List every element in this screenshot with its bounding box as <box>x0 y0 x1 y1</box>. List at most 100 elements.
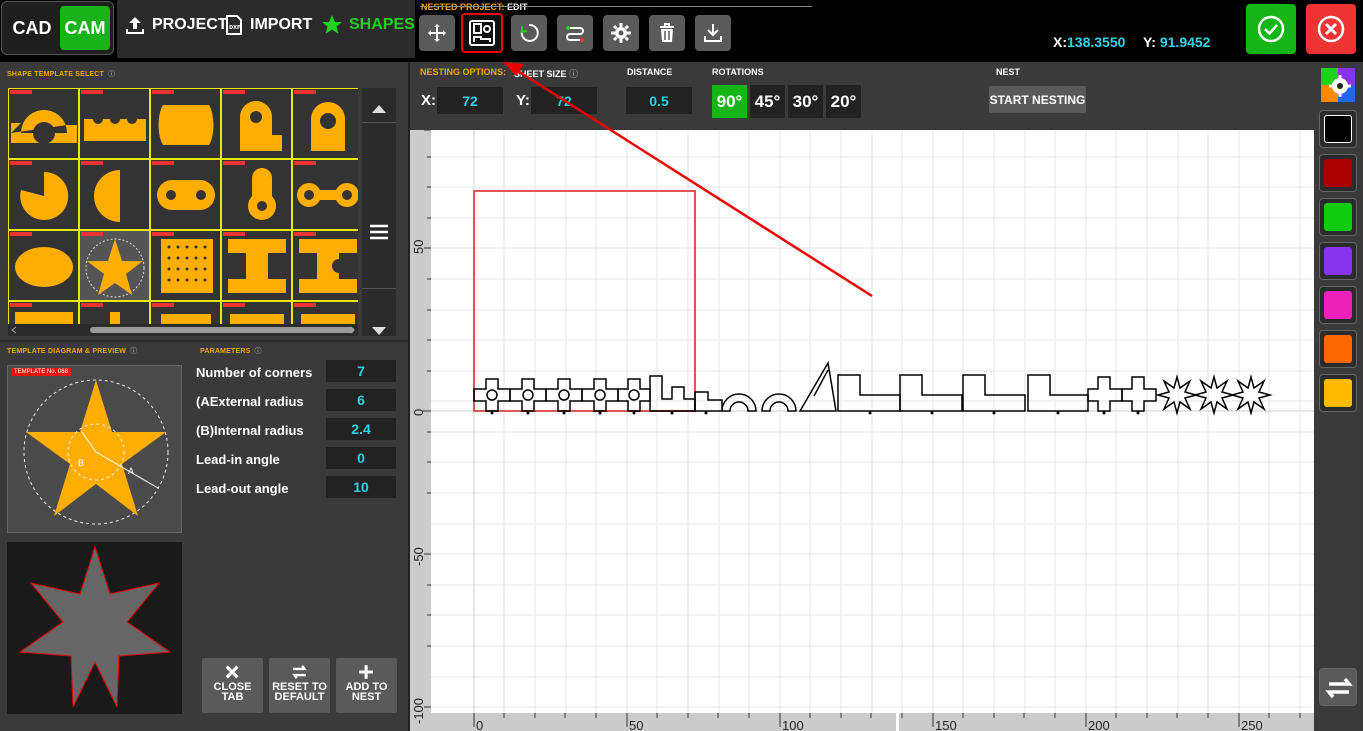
template-thumb[interactable] <box>8 301 79 324</box>
sheet-size-text: SHEET SIZE <box>514 69 567 79</box>
tab-import[interactable]: DXF IMPORT <box>218 0 318 50</box>
confirm-button[interactable] <box>1246 4 1296 54</box>
template-thumb[interactable] <box>150 301 221 324</box>
template-thumb[interactable] <box>79 159 150 230</box>
star-diagram: A B <box>23 379 169 525</box>
move-button[interactable] <box>419 15 455 51</box>
parameter-label: Lead-in angle <box>196 452 280 467</box>
palette-settings-button[interactable] <box>1319 66 1357 104</box>
template-thumb[interactable] <box>221 159 292 230</box>
rotation-option[interactable]: 20° <box>826 85 861 118</box>
parameter-value-input[interactable]: 0 <box>326 447 396 469</box>
tab-project[interactable]: PROJECT <box>118 0 234 50</box>
color-swatch[interactable] <box>1319 242 1357 280</box>
color-gear-icon <box>1321 68 1355 102</box>
nested-project-mode: EDIT <box>507 2 528 12</box>
start-nesting-button[interactable]: START NESTING <box>989 86 1086 113</box>
nested-project-label: NESTED PROJECT: <box>421 2 505 12</box>
tab-shapes[interactable]: SHAPES <box>315 0 421 50</box>
parameter-label: Lead-out angle <box>196 481 289 496</box>
rotation-option[interactable]: 45° <box>750 85 785 118</box>
shape-preview <box>7 542 182 714</box>
ruler-left-label: -100 <box>411 698 426 724</box>
info-icon: ⓘ <box>108 71 116 78</box>
template-thumb-selected[interactable] <box>79 230 150 301</box>
nest-title: NEST <box>996 67 1021 77</box>
template-thumb[interactable] <box>8 88 79 159</box>
scroll-down-icon[interactable] <box>371 326 387 336</box>
parameter-value-input[interactable]: 6 <box>326 389 396 411</box>
color-swatch[interactable] <box>1319 286 1357 324</box>
template-thumb[interactable] <box>150 88 221 159</box>
download-button[interactable] <box>695 15 731 51</box>
top-bar: CAD CAM PROJECT DXF IMPORT SHAPES NESTED… <box>0 0 1363 62</box>
add-to-nest-button[interactable]: ADD TO NEST <box>336 658 397 713</box>
cam-mode-button[interactable]: CAM <box>60 6 110 50</box>
template-thumb[interactable] <box>150 230 221 301</box>
color-swatch[interactable] <box>1319 198 1357 236</box>
close-icon <box>225 665 239 679</box>
move-icon <box>428 24 446 42</box>
reset-default-button[interactable]: RESET TO DEFAULT <box>269 658 330 713</box>
template-thumb[interactable] <box>8 159 79 230</box>
rotate-button[interactable] <box>511 15 547 51</box>
template-thumb[interactable] <box>79 301 150 324</box>
scroll-up-icon[interactable] <box>371 104 387 114</box>
color-swatch[interactable] <box>1319 330 1357 368</box>
template-thumb[interactable] <box>292 230 358 301</box>
scroll-left-icon[interactable] <box>10 326 18 334</box>
reorder-button[interactable] <box>557 15 593 51</box>
delete-button[interactable] <box>649 15 685 51</box>
rotation-option[interactable]: 30° <box>788 85 823 118</box>
parameter-value-input[interactable]: 10 <box>326 476 396 498</box>
coordinate-x-value: 138.3550 <box>1067 34 1126 50</box>
color-swatch-fill <box>1324 247 1352 275</box>
template-thumb[interactable] <box>292 159 358 230</box>
template-thumb[interactable] <box>292 301 358 324</box>
template-thumb[interactable] <box>150 159 221 230</box>
nesting-canvas[interactable] <box>410 130 1314 731</box>
parameter-value-input[interactable]: 2.4 <box>326 418 396 440</box>
ruler-bottom-label: 100 <box>782 718 804 731</box>
close-tab-button[interactable]: CLOSE TAB <box>202 658 263 713</box>
template-thumb[interactable] <box>221 301 292 324</box>
color-swatch[interactable] <box>1319 154 1357 192</box>
cad-mode-button[interactable]: CAD <box>6 6 58 50</box>
diagram-title: TEMPLATE DIAGRAM & PREVIEW ⓘ <box>7 346 137 356</box>
template-thumb[interactable] <box>221 230 292 301</box>
swap-button[interactable] <box>1319 668 1357 706</box>
ruler-bottom-label: 0 <box>476 718 483 731</box>
diagram-title-text: TEMPLATE DIAGRAM & PREVIEW <box>7 348 127 355</box>
coordinate-y: Y: 91.9452 <box>1143 34 1210 50</box>
template-thumb[interactable] <box>8 230 79 301</box>
template-thumb[interactable] <box>79 88 150 159</box>
nest-layout-button[interactable] <box>461 13 503 53</box>
sheet-y-input[interactable]: 72 <box>531 87 597 114</box>
upload-icon <box>126 17 144 34</box>
color-swatch[interactable] <box>1319 374 1357 412</box>
parameter-value-input[interactable]: 7 <box>326 360 396 382</box>
nest-layout-icon <box>469 20 495 46</box>
color-swatch-fill <box>1324 115 1352 143</box>
swap-icon <box>1325 677 1353 699</box>
parameter-row: (AExternal radius 6 <box>196 389 396 413</box>
distance-input[interactable]: 0.5 <box>626 87 692 114</box>
rotations-title: ROTATIONS <box>712 67 764 77</box>
rotation-option[interactable]: 90° <box>712 85 747 118</box>
template-thumb[interactable] <box>221 88 292 159</box>
cancel-button[interactable] <box>1306 4 1356 54</box>
template-horizontal-scrollbar[interactable] <box>8 324 358 336</box>
scroll-right-icon[interactable] <box>348 326 356 334</box>
svg-text:DXF: DXF <box>229 25 240 31</box>
template-scroll-controls <box>362 88 396 336</box>
template-thumb[interactable] <box>292 88 358 159</box>
star-icon <box>322 15 342 34</box>
settings-button[interactable] <box>603 15 639 51</box>
parameter-label: (B)Internal radius <box>196 423 304 438</box>
parameter-label: Number of corners <box>196 365 313 380</box>
sheet-x-input[interactable]: 72 <box>437 87 503 114</box>
color-swatch[interactable] <box>1319 110 1357 148</box>
menu-icon[interactable] <box>369 224 389 240</box>
scrollbar-thumb[interactable] <box>90 327 354 333</box>
heptagram-preview <box>18 545 172 708</box>
